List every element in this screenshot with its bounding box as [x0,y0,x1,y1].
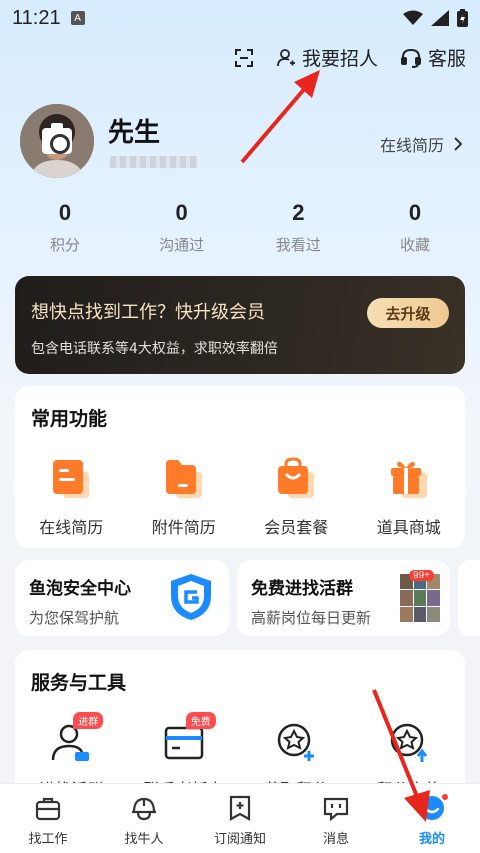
service-tag: 免费 [185,712,216,729]
notification-badge: A [70,11,85,25]
subscribe-icon [229,795,251,821]
avatar[interactable] [20,104,94,178]
service-tag: 进群 [73,712,104,729]
nav-label: 找牛人 [124,832,164,847]
common-functions-card: 常用功能 在线简历 附件简历 会员套餐 道具商城 [15,386,465,548]
helmet-icon [132,797,156,821]
nav-label: 订阅通知 [213,832,266,847]
function-membership[interactable]: 会员套餐 [246,456,346,538]
stat-communicated[interactable]: 0 沟通过 [137,200,227,255]
shield-icon [171,574,211,620]
function-label: 在线简历 [39,518,104,537]
status-bar: 11:21 A [0,0,480,36]
star-recharge-icon [390,723,427,762]
nav-find-job[interactable]: 找工作 [0,784,96,853]
online-resume-link[interactable]: 在线简历 [380,132,462,156]
stat-label: 沟通过 [159,236,205,254]
person-add-icon [277,48,295,66]
vip-banner[interactable]: 想快点找到工作？快升级会员 包含电话联系等4大权益，求职效率翻倍 去升级 [15,276,465,374]
top-actions: 我要招人 客服 [234,44,466,71]
function-row: 在线简历 附件简历 会员套餐 道具商城 [15,456,465,538]
online-resume-label: 在线简历 [379,136,444,155]
function-label: 道具商城 [376,518,441,537]
section-title: 服务与工具 [31,672,127,694]
stat-value: 0 [408,200,422,225]
function-attachment-resume[interactable]: 附件简历 [134,456,234,538]
recruit-button[interactable]: 我要招人 [276,44,378,71]
nav-label: 我的 [418,832,445,847]
stat-value: 0 [175,200,188,225]
function-label: 会员套餐 [264,518,329,537]
group-count-badge: 99+ [409,570,434,581]
camera-icon [42,123,72,154]
status-icons [403,9,468,27]
resume-icon [53,460,90,498]
star-badge-icon [278,723,315,761]
upgrade-button[interactable]: 去升级 [367,298,449,328]
job-group-card[interactable]: 免费进找活群 高薪岗位每日更新 99+ [237,560,450,636]
notification-dot [440,792,450,802]
status-time: 11:21 [12,6,61,29]
stat-label: 积分 [49,236,80,254]
safety-center-card[interactable]: 鱼泡安全中心 为您保驾护航 [15,560,229,636]
function-label: 附件简历 [151,518,216,537]
user-name: 先生 [108,118,161,148]
scan-button[interactable] [234,48,254,68]
stat-viewed[interactable]: 2 我看过 [253,200,343,255]
stats-row: 0 积分 0 沟通过 2 我看过 0 收藏 [20,200,460,255]
stat-value: 0 [58,200,72,225]
group-thumbnails [400,574,440,622]
message-icon [323,797,349,822]
nav-mine[interactable]: 我的 [384,784,480,853]
folder-icon [165,460,202,498]
chevron-right-icon [454,137,462,151]
function-online-resume[interactable]: 在线简历 [21,456,121,538]
wifi-icon [403,10,423,25]
bottom-nav: 找工作 找牛人 订阅通知 消息 我的 [0,783,480,853]
headset-icon [400,48,421,68]
masked-phone-number [110,156,198,168]
stat-label: 我看过 [275,236,321,254]
stat-points[interactable]: 0 积分 [20,200,110,255]
stat-label: 收藏 [399,236,430,254]
nav-label: 消息 [322,832,349,847]
function-item-store[interactable]: 道具商城 [359,456,459,538]
stat-value: 2 [292,200,305,225]
bag-icon [278,457,315,498]
next-card-edge [458,560,480,636]
scan-icon [234,48,253,67]
gift-icon [390,461,427,498]
customer-service-button[interactable]: 客服 [400,44,466,71]
nav-messages[interactable]: 消息 [288,784,384,853]
nav-find-talent[interactable]: 找牛人 [96,784,192,853]
nav-label: 找工作 [28,832,68,847]
vip-subtitle: 包含电话联系等4大权益，求职效率翻倍 [31,341,278,357]
battery-icon [457,9,468,27]
section-title: 常用功能 [31,408,108,430]
stat-favorites[interactable]: 0 收藏 [370,200,460,255]
recruit-label: 我要招人 [301,48,378,70]
signal-icon [431,10,449,26]
nav-subscribe[interactable]: 订阅通知 [192,784,288,853]
briefcase-icon [35,797,61,821]
annotation-arrow-recruit [240,70,320,164]
service-label: 客服 [427,48,466,70]
